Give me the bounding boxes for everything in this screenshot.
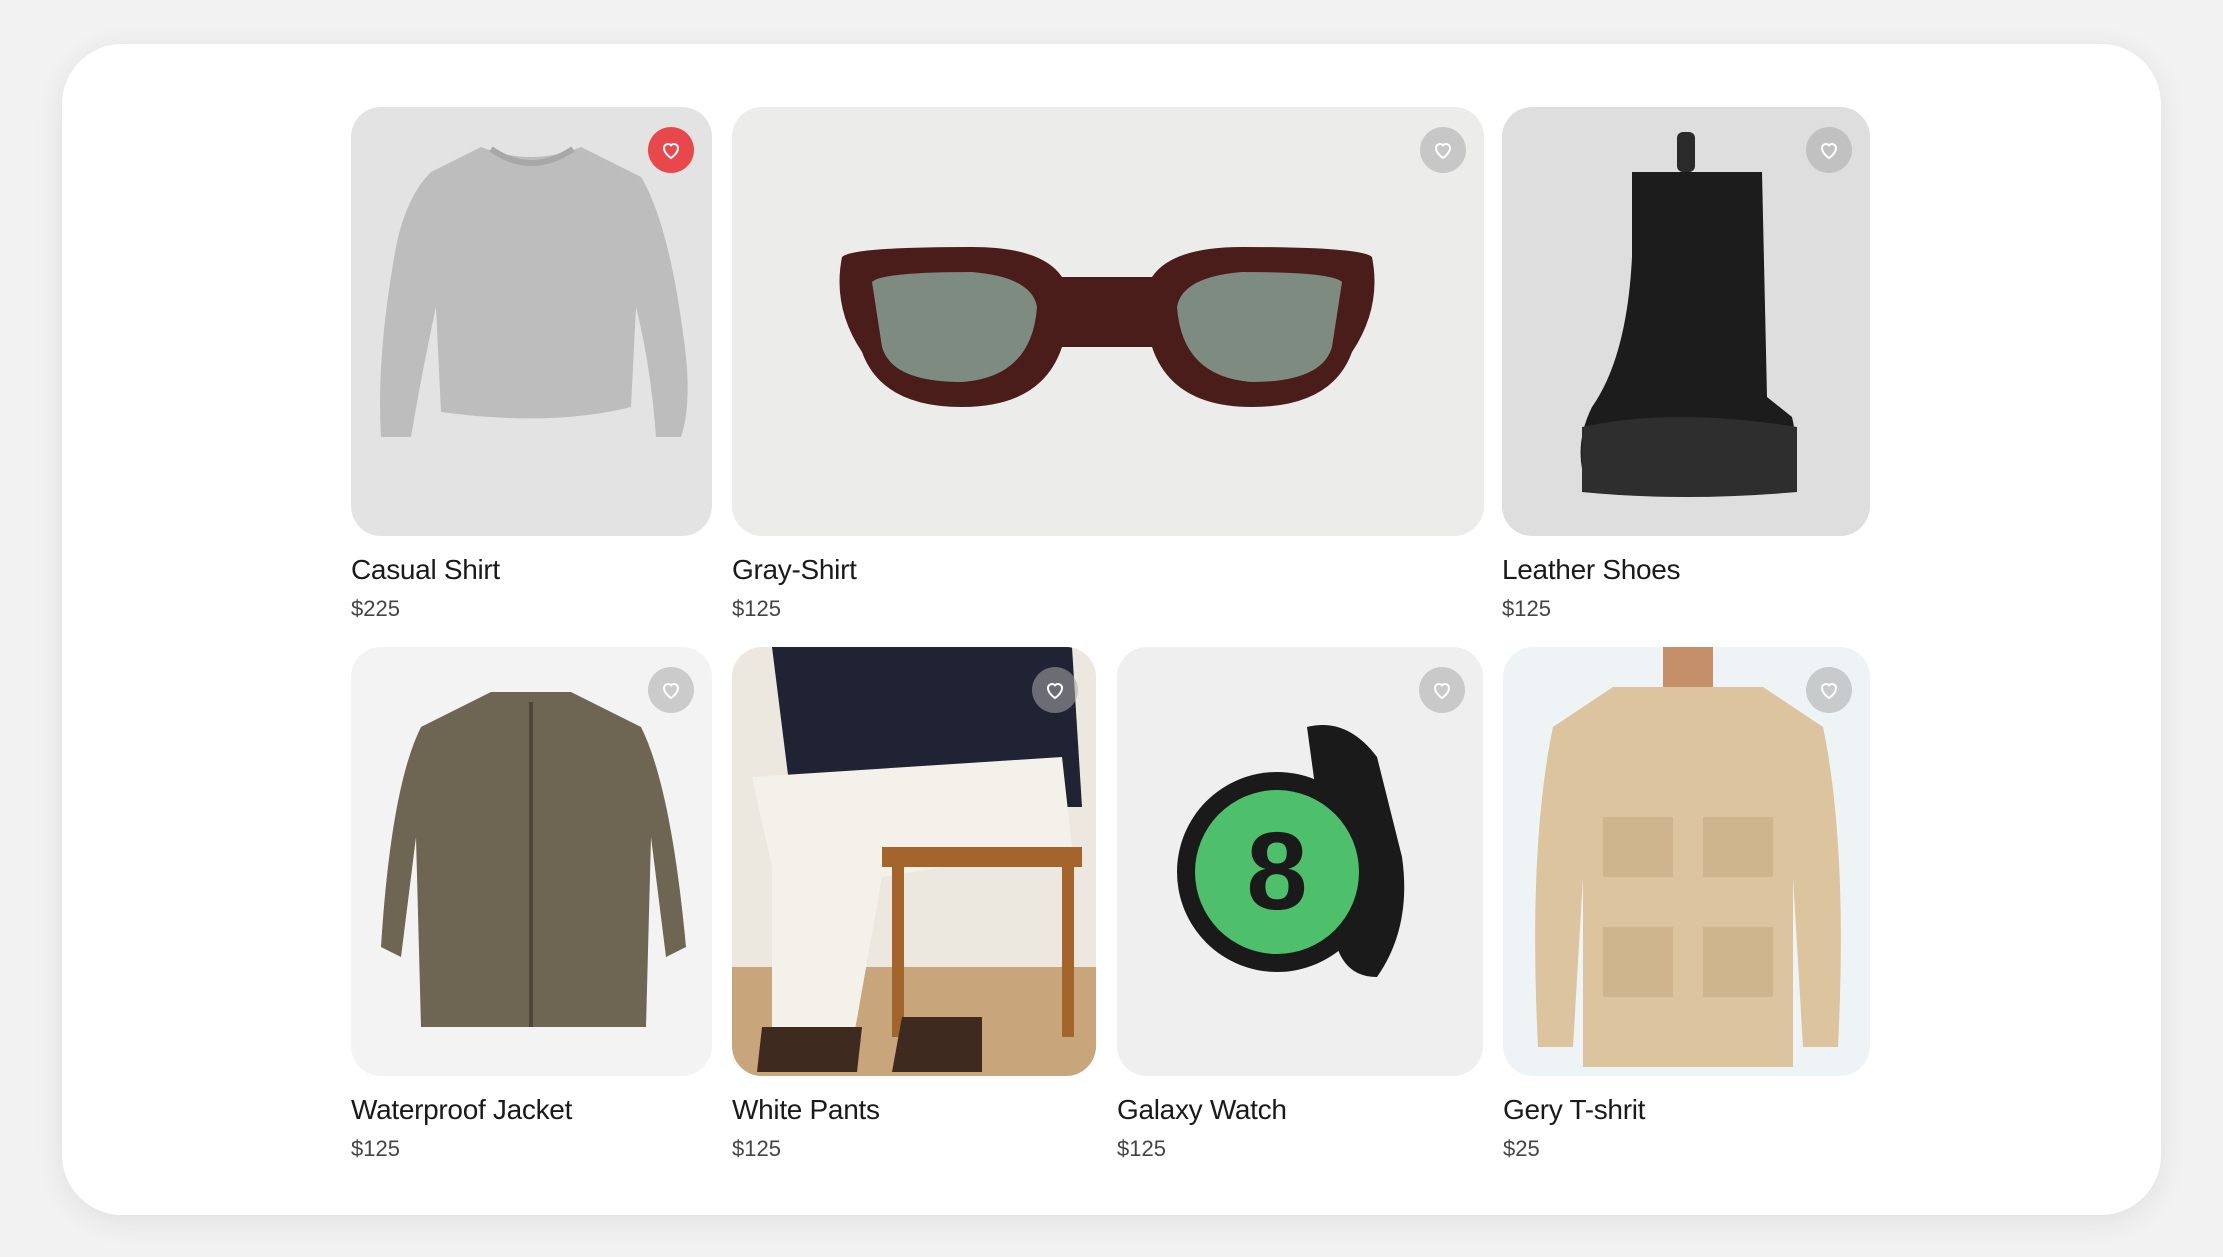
boot-icon [1580, 132, 1797, 497]
product-price: $125 [732, 596, 781, 621]
product-grid-panel: Casual Shirt $225 Gray-Shirt $125 Leathe… [62, 44, 2161, 1215]
person-pants-icon [732, 647, 1096, 1076]
heart-icon [1046, 683, 1064, 700]
product-image[interactable] [1503, 647, 1870, 1076]
sunglasses-icon [839, 247, 1375, 407]
product-price: $225 [351, 596, 400, 621]
heart-icon [1820, 143, 1838, 160]
product-card[interactable]: Waterproof Jacket $125 [351, 647, 712, 1162]
product-name[interactable]: Galaxy Watch [1117, 1094, 1483, 1126]
favorite-button[interactable] [1806, 127, 1852, 173]
smartwatch-icon: 8 [1177, 725, 1405, 977]
product-price: $125 [1502, 596, 1551, 621]
product-name[interactable]: White Pants [732, 1094, 1096, 1126]
heart-icon [662, 683, 680, 700]
product-image[interactable] [351, 107, 712, 536]
product-price: $125 [351, 1136, 400, 1161]
product-card[interactable]: Leather Shoes $125 [1502, 107, 1870, 622]
product-card[interactable]: Gray-Shirt $125 [732, 107, 1484, 622]
heart-icon [1820, 683, 1838, 700]
product-image[interactable] [732, 647, 1096, 1076]
sweater-icon [380, 146, 688, 437]
product-name[interactable]: Leather Shoes [1502, 554, 1870, 586]
product-card[interactable]: White Pants $125 [732, 647, 1096, 1162]
product-card[interactable]: Casual Shirt $225 [351, 107, 712, 622]
favorite-button[interactable] [1032, 667, 1078, 713]
heart-icon [1433, 683, 1451, 700]
product-card[interactable]: 8 Galaxy Watch $125 [1117, 647, 1483, 1162]
product-price: $125 [732, 1136, 781, 1161]
svg-text:8: 8 [1246, 810, 1307, 933]
product-card[interactable]: Gery T-shrit $25 [1503, 647, 1870, 1162]
product-image[interactable]: 8 [1117, 647, 1483, 1076]
utility-jacket-icon [1535, 647, 1841, 1067]
product-image[interactable] [732, 107, 1484, 536]
product-name[interactable]: Gray-Shirt [732, 554, 1484, 586]
heart-icon [1434, 143, 1452, 160]
product-price: $125 [1117, 1136, 1166, 1161]
product-name[interactable]: Casual Shirt [351, 554, 712, 586]
favorite-button[interactable] [648, 667, 694, 713]
favorite-button[interactable] [1420, 127, 1466, 173]
heart-icon [662, 143, 680, 160]
product-image[interactable] [1502, 107, 1870, 536]
favorite-button[interactable] [648, 127, 694, 173]
favorite-button[interactable] [1419, 667, 1465, 713]
product-name[interactable]: Gery T-shrit [1503, 1094, 1870, 1126]
product-image[interactable] [351, 647, 712, 1076]
jacket-icon [381, 692, 686, 1027]
favorite-button[interactable] [1806, 667, 1852, 713]
product-price: $25 [1503, 1136, 1540, 1161]
product-name[interactable]: Waterproof Jacket [351, 1094, 712, 1126]
